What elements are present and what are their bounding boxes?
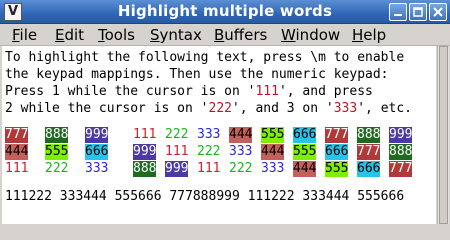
highlighted-word: 222 — [45, 161, 69, 176]
text-line-3: Press 1 while the cursor is on '111', an… — [5, 84, 373, 99]
menu-file[interactable]: File — [12, 26, 37, 44]
highlighted-word: 444 — [261, 144, 285, 160]
menu-bar: File Edit Tools Syntax Buffers Window He… — [0, 24, 450, 46]
highlighted-word: 666 — [85, 144, 109, 160]
menu-buffers[interactable]: Buffers — [214, 26, 267, 44]
highlighted-word: 333 — [229, 144, 253, 159]
menu-edit[interactable]: Edit — [55, 26, 84, 44]
menu-tools[interactable]: Tools — [98, 26, 135, 44]
highlighted-word: 777 — [5, 127, 29, 143]
title-bar[interactable]: V Highlight multiple words — [0, 0, 450, 24]
highlighted-word: 333 — [197, 127, 221, 142]
highlighted-word: 111 — [133, 127, 157, 142]
highlighted-word: 999 — [389, 127, 413, 143]
highlighted-word: 666 — [357, 161, 381, 177]
highlighted-word: 777 — [389, 161, 413, 177]
highlighted-word: 222 — [197, 144, 221, 159]
highlighted-word: 888 — [389, 144, 413, 160]
highlighted-word: 333 — [85, 161, 109, 176]
text-line-2: the keypad mappings. Then use the numeri… — [5, 67, 389, 82]
close-button[interactable] — [429, 3, 447, 21]
scrollbar-thumb[interactable] — [439, 46, 448, 224]
text-line-4: 2 while the cursor is on '222', and 3 on… — [5, 101, 413, 116]
highlighted-word: 888 — [133, 161, 157, 177]
text-line-1: To highlight the following text, press \… — [5, 50, 405, 65]
window-title: Highlight multiple words — [117, 2, 333, 20]
highlighted-word: 999 — [85, 127, 109, 143]
highlighted-word: 111 — [5, 161, 29, 176]
editor-text-area[interactable]: To highlight the following text, press \… — [2, 46, 436, 224]
highlighted-word: 666 — [293, 127, 317, 143]
menu-syntax[interactable]: Syntax — [150, 26, 202, 44]
maximize-button[interactable] — [409, 3, 427, 21]
highlighted-word: 555 — [293, 144, 317, 160]
highlighted-word: 777 — [325, 127, 349, 143]
highlighted-word: 999 — [133, 144, 157, 160]
highlighted-word: 888 — [45, 127, 69, 143]
maximize-icon — [413, 7, 423, 17]
highlighted-word: 222 — [229, 161, 253, 176]
highlighted-word: 555 — [325, 161, 349, 177]
highlighted-word: 777 — [357, 144, 381, 160]
highlighted-word: 555 — [261, 127, 285, 143]
highlighted-word: 444 — [5, 144, 29, 160]
highlighted-word: 222 — [165, 127, 189, 142]
close-icon — [433, 7, 443, 17]
highlighted-word: 888 — [357, 127, 381, 143]
highlighted-word: 999 — [165, 161, 189, 177]
highlighted-word: 666 — [325, 144, 349, 160]
highlighted-word: 555 — [45, 144, 69, 160]
menu-help[interactable]: Help — [352, 26, 386, 44]
minimize-icon — [394, 14, 402, 16]
text-line-last: 111222 333444 555666 777888999 111222 33… — [5, 189, 405, 204]
minimize-button[interactable] — [389, 3, 407, 21]
highlighted-word: 111 — [197, 161, 221, 176]
highlighted-word: 444 — [229, 127, 253, 143]
highlighted-word: 333 — [261, 161, 285, 176]
menu-window[interactable]: Window — [281, 26, 340, 44]
highlighted-word: 444 — [293, 161, 317, 177]
highlighted-word: 111 — [165, 144, 189, 159]
vertical-scrollbar[interactable] — [437, 46, 449, 224]
